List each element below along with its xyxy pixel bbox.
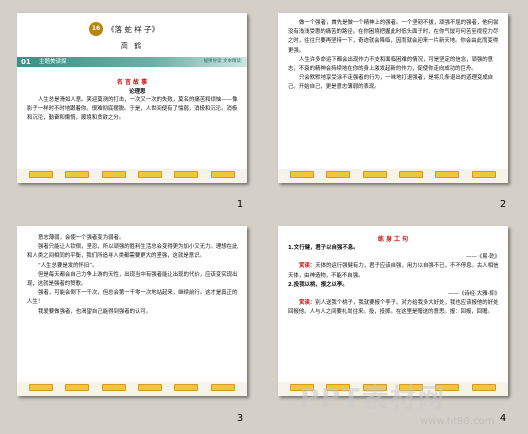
quote-source: ——《易·乾》 (465, 254, 500, 261)
footer-button (101, 171, 126, 178)
title-badge: 16 (89, 22, 103, 36)
slide-body: 人生总是滑如人意。笑迎莫测的打击，一次又一次的失败，莫名的痛苦和烦恼——像影子一… (27, 96, 239, 124)
footer-button (399, 171, 424, 178)
body-paragraph: 但是每天都会自己力争上游的天性，出现当中有强者能让出现的代价，应该变实现出现，这… (27, 271, 238, 288)
footer-button (471, 171, 496, 178)
quote-note: 赏读：天体的运行强健有力，君子应该自强，用力以自强不已，不不停息。古人相信天体，… (288, 262, 500, 280)
body-paragraph: 人生总是滑如人意。笑迎莫测的打击，一次又一次的失败，莫名的痛苦和烦恼——像影子一… (27, 97, 238, 122)
footer-button (326, 171, 351, 178)
watermark-url: www.ht88.com (420, 416, 495, 427)
watermark-logo: PPT素材网 (300, 384, 446, 414)
slide-thumbnail-2[interactable]: 做一个强者，首先是做一个精神上的强者。一个坚韧不拔，顽强不屈的强者，他何尝没有浅… (278, 13, 508, 183)
footer-buttons (17, 384, 247, 392)
footer-buttons (17, 171, 247, 179)
footer-button (101, 384, 126, 391)
quote-note: 赏读：别人送我个桃子，我就要报个李子。对方给我多大好处，我也应该报他的好处回报他… (288, 299, 500, 317)
body-paragraph: 我爱要做强者，也渴望自己能得到强者的认可。 (38, 308, 152, 315)
slide-number-2: 2 (499, 199, 507, 210)
body-paragraph: 强者，可能会倒下一千次，但总会第一千零一次地站起来，继续前行。这才是真正的人生！ (27, 290, 238, 306)
slide-number-1: 1 (236, 199, 244, 210)
slide-heading: 名 言 故 事 (116, 79, 148, 86)
note-label: 赏读： (299, 263, 316, 270)
slide-sorter-view: { "slides": [ { "number": "1", "badge": … (0, 0, 528, 434)
footer-button (138, 171, 163, 178)
section-right-tag: 规律导读 文本精读 (203, 59, 241, 64)
footer-button (29, 171, 54, 178)
note-text: 别人送我个桃子，我就要报个李子。对方给我多大好处，我也应该报他的好处回报他。人与… (288, 300, 499, 316)
footer-button (174, 171, 199, 178)
section-label: 主题美读探 (39, 59, 67, 65)
slide-number-4: 4 (499, 413, 507, 424)
footer-buttons (278, 171, 508, 179)
footer-button (362, 171, 387, 178)
quote-source: ——《诗经·大雅·抑》 (448, 291, 500, 298)
body-paragraph: 强者只能让人钦佩，坚忍，所以顽强的胜利生活总会变得更为加小又无力。理想在此和人类… (27, 244, 238, 260)
note-text: 天体的运行强健有力，君子应该自强，用力以自强不已，不不停息。古人相信天体，由神造… (288, 263, 499, 279)
body-paragraph: “人生总要是发的怀旧”。 (38, 262, 98, 269)
slide-body: 意志薄弱，会使一个强者变为弱者。 强者只能让人钦佩，坚忍，所以顽强的胜利生活总会… (27, 234, 239, 317)
footer-button (29, 384, 54, 391)
section-tag: 01 (21, 58, 31, 66)
quote-line: 1.文行健，君子以自强不息。 (288, 245, 359, 251)
body-paragraph: 做一个强者，首先是做一个精神上的强者。一个坚韧不拔，顽强不屈的强者，他何尝没有浅… (288, 20, 499, 54)
body-paragraph: 意志薄弱，会使一个强者变为弱者。 (38, 235, 125, 241)
note-label: 赏读： (299, 300, 316, 307)
footer-button (471, 384, 496, 391)
slide-heading: 练 身 工 句 (377, 236, 409, 243)
slide-body: 做一个强者，首先是做一个精神上的强者。一个坚韧不拔，顽强不屈的强者，他何尝没有浅… (288, 19, 500, 93)
quote-line: 2.投我以桃，报之以李。 (288, 281, 348, 288)
body-paragraph: 人生许多命运下都会出现作力不支和面临困难的情况，可是坚定的信念，顽强的意志，不衰… (288, 56, 494, 73)
body-paragraph: 只会默默地享受涂不走强者的行为，一味地打退强者，是将几条退出的道理变成自己。开始… (288, 75, 494, 91)
footer-button (65, 384, 90, 391)
footer-button (435, 171, 460, 178)
slide-body: 1.文行健，君子以自强不息。 ——《易·乾》 赏读：天体的运行强健有力，君子应该… (288, 244, 500, 318)
footer-button (138, 384, 163, 391)
footer-button (210, 384, 235, 391)
slide-subheading: 论理思 (129, 89, 146, 95)
footer-button (174, 384, 199, 391)
slide-title: 《落 蛇 样 子》 (107, 25, 160, 34)
slide-number-3: 3 (236, 413, 244, 424)
slide-author: 高 鹤 (120, 42, 144, 50)
footer-button (210, 171, 235, 178)
footer-button (65, 171, 90, 178)
footer-button (290, 171, 315, 178)
slide-thumbnail-3[interactable]: 意志薄弱，会使一个强者变为弱者。 强者只能让人钦佩，坚忍，所以顽强的胜利生活总会… (17, 226, 247, 396)
slide-thumbnail-1[interactable]: 16 《落 蛇 样 子》 高 鹤 01 主题美读探 规律导读 文本精读 名 言 … (17, 13, 247, 183)
slide-thumbnail-4[interactable]: 练 身 工 句 1.文行健，君子以自强不息。 ——《易·乾》 赏读：天体的运行强… (278, 226, 508, 396)
